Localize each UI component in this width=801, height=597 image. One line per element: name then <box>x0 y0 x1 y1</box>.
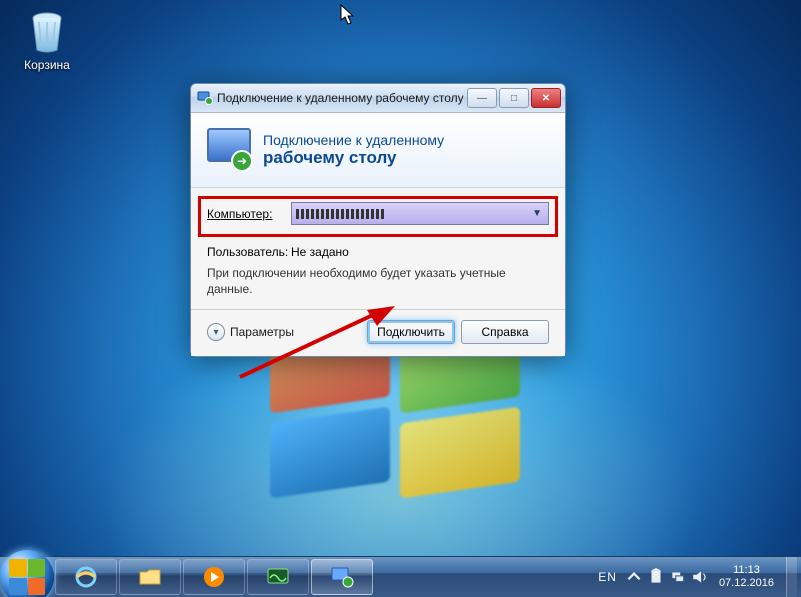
desktop-icon-label: Корзина <box>12 58 82 72</box>
options-label: Параметры <box>230 325 294 339</box>
system-tray: EN 11:13 07.12.2016 <box>588 557 801 597</box>
user-value: Не задано <box>291 245 349 259</box>
tray-chevron-up-icon[interactable] <box>625 568 643 586</box>
user-label: Пользователь: <box>207 245 291 259</box>
window-title: Подключение к удаленному рабочему столу <box>217 91 467 105</box>
header-line1: Подключение к удаленному <box>263 132 444 148</box>
recycle-bin-icon <box>23 8 71 56</box>
credentials-info-text: При подключении необходимо будет указать… <box>207 265 549 297</box>
folder-icon <box>137 564 163 590</box>
taskbar-ie[interactable] <box>55 559 117 595</box>
computer-label: Компьютер: <box>207 207 291 221</box>
media-player-icon <box>201 564 227 590</box>
action-center-icon[interactable] <box>647 568 665 586</box>
rdp-title-icon <box>197 90 213 106</box>
computer-combobox[interactable]: ▼ <box>291 202 549 225</box>
dialog-header: ➜ Подключение к удаленному рабочему стол… <box>191 113 565 188</box>
ie-icon <box>73 564 99 590</box>
desktop-icon-recycle-bin[interactable]: Корзина <box>12 8 82 72</box>
start-button[interactable] <box>0 557 54 597</box>
language-indicator[interactable]: EN <box>592 570 623 584</box>
separator <box>191 309 565 310</box>
rdp-window: Подключение к удаленному рабочему столу … <box>190 83 566 357</box>
maximize-button[interactable]: □ <box>499 88 529 108</box>
connect-button[interactable]: Подключить <box>367 320 455 344</box>
mouse-cursor-icon <box>340 4 356 26</box>
options-toggle[interactable]: ▾ Параметры <box>207 323 294 341</box>
computer-field-highlight: Компьютер: ▼ <box>198 196 558 237</box>
chevron-down-icon: ▼ <box>532 208 542 219</box>
volume-icon[interactable] <box>691 568 709 586</box>
computer-value-redacted <box>296 209 386 219</box>
rdp-header-icon: ➜ <box>205 126 253 174</box>
header-line2: рабочему столу <box>263 148 444 168</box>
taskbar-media-player[interactable] <box>183 559 245 595</box>
desktop[interactable]: Корзина Подключение к удаленному рабочем… <box>0 0 801 597</box>
taskbar-app-green[interactable] <box>247 559 309 595</box>
help-button[interactable]: Справка <box>461 320 549 344</box>
chevron-down-icon: ▾ <box>207 323 225 341</box>
taskbar-rdp[interactable] <box>311 559 373 595</box>
taskbar: EN 11:13 07.12.2016 <box>0 556 801 597</box>
show-desktop-button[interactable] <box>786 557 797 597</box>
titlebar[interactable]: Подключение к удаленному рабочему столу … <box>191 84 565 113</box>
clock[interactable]: 11:13 07.12.2016 <box>711 564 782 589</box>
clock-time: 11:13 <box>719 564 774 577</box>
network-icon[interactable] <box>669 568 687 586</box>
close-button[interactable]: ✕ <box>531 88 561 108</box>
minimize-button[interactable]: — <box>467 88 497 108</box>
taskbar-explorer[interactable] <box>119 559 181 595</box>
windows-orb-icon <box>0 550 54 597</box>
rdp-taskbar-icon <box>329 564 355 590</box>
monitor-green-icon <box>265 564 291 590</box>
clock-date: 07.12.2016 <box>719 577 774 590</box>
